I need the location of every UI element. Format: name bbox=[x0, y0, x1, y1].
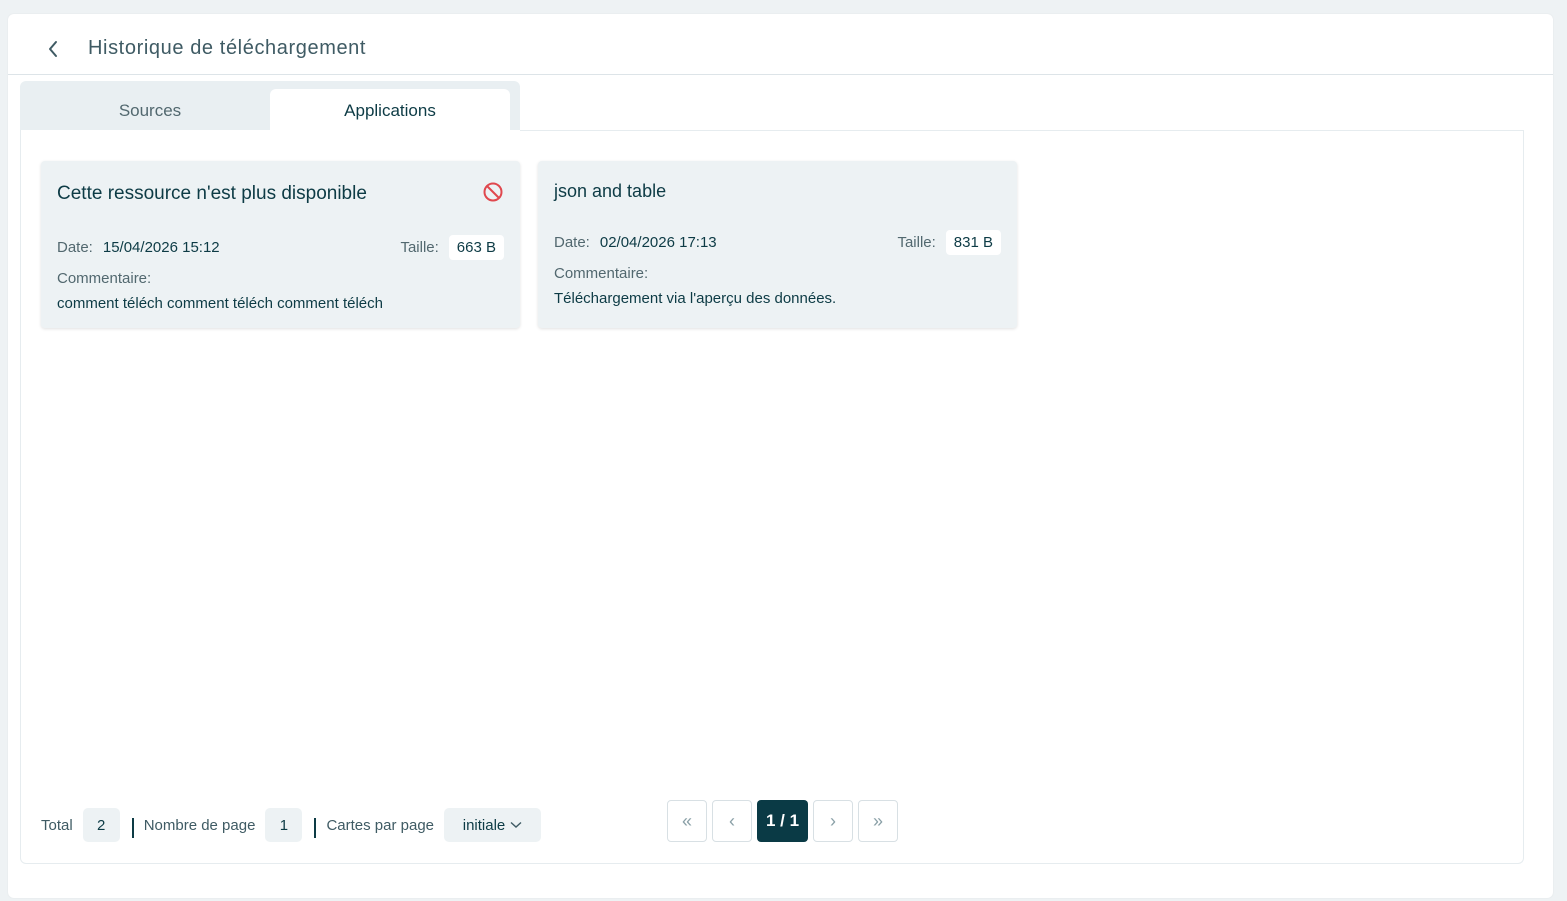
size-label: Taille: bbox=[400, 238, 439, 256]
separator bbox=[131, 818, 134, 838]
pages-count: 1 bbox=[265, 808, 303, 842]
comment-label: Commentaire: bbox=[554, 265, 649, 282]
card-meta-row: Date: 15/04/2026 15:12 Taille: 663 B bbox=[57, 234, 504, 260]
size-label: Taille: bbox=[897, 233, 936, 251]
first-page-button[interactable]: « bbox=[667, 800, 707, 842]
download-card[interactable]: json and table Date: 02/04/2026 17:13 Ta… bbox=[538, 161, 1017, 328]
total-count: 2 bbox=[82, 808, 120, 842]
ban-icon bbox=[483, 182, 503, 202]
comment-text: Téléchargement via l'aperçu des données. bbox=[554, 290, 837, 307]
card-title: json and table bbox=[554, 181, 667, 201]
card-meta-row: Date: 02/04/2026 17:13 Taille: 831 B bbox=[554, 229, 1001, 255]
list-footer: Total 2 Nombre de page 1 Cartes par page… bbox=[41, 807, 542, 843]
chevron-down-icon bbox=[510, 821, 522, 828]
page-title: Historique de téléchargement bbox=[88, 37, 367, 59]
date-value: 15/04/2026 15:12 bbox=[102, 238, 220, 256]
tab-applications[interactable]: Applications bbox=[270, 89, 510, 133]
comment-label: Commentaire: bbox=[57, 270, 152, 287]
tab-sources[interactable]: Sources bbox=[30, 89, 270, 133]
panel-divider bbox=[520, 130, 1524, 131]
chevron-left-icon bbox=[49, 41, 57, 57]
per-page-label: Cartes par page bbox=[326, 816, 435, 834]
comment-text: comment téléch comment téléch comment té… bbox=[57, 295, 383, 312]
total-label: Total bbox=[41, 816, 73, 834]
current-page-indicator: 1 / 1 bbox=[757, 800, 808, 842]
back-button[interactable] bbox=[42, 36, 64, 62]
date-label: Date: bbox=[57, 238, 93, 256]
next-page-button[interactable]: › bbox=[813, 800, 853, 842]
date-label: Date: bbox=[554, 233, 590, 251]
page-header: Historique de téléchargement bbox=[8, 14, 1553, 75]
tab-bar: Sources Applications bbox=[20, 81, 520, 133]
per-page-value: initiale bbox=[462, 816, 506, 834]
last-page-button[interactable]: » bbox=[858, 800, 898, 842]
size-badge: 663 B bbox=[448, 234, 504, 260]
separator bbox=[314, 818, 317, 838]
size-badge: 831 B bbox=[945, 229, 1001, 255]
date-value: 02/04/2026 17:13 bbox=[599, 233, 717, 251]
download-card[interactable]: Cette ressource n'est plus disponible Da… bbox=[41, 161, 520, 328]
card-title: Cette ressource n'est plus disponible bbox=[57, 183, 367, 204]
prev-page-button[interactable]: ‹ bbox=[712, 800, 752, 842]
pages-label: Nombre de page bbox=[143, 816, 256, 834]
per-page-select[interactable]: initiale bbox=[444, 808, 542, 842]
